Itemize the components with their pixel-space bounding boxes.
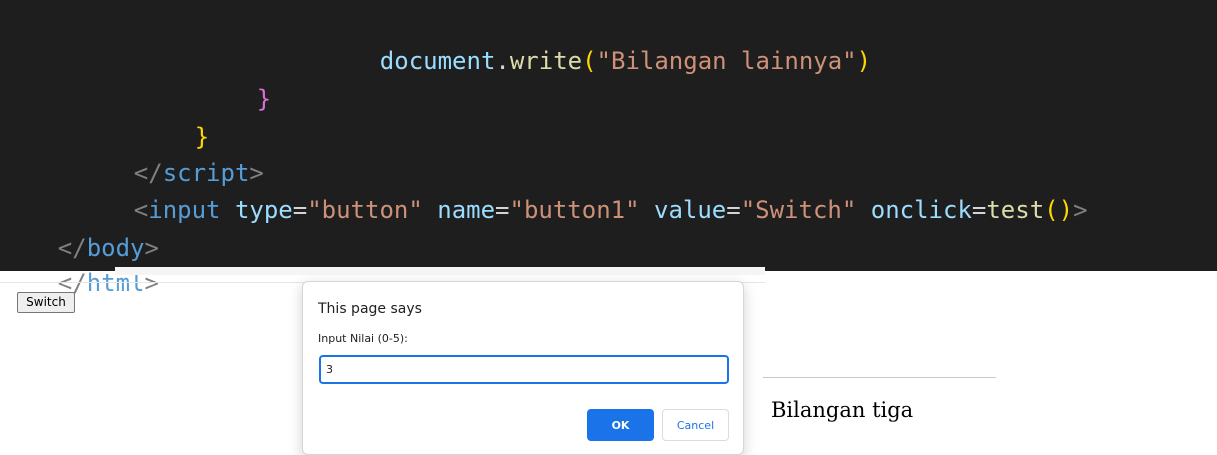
- browser-address-strip: [115, 267, 765, 275]
- result-text: Bilangan tiga: [771, 398, 914, 422]
- switch-button[interactable]: Switch: [17, 292, 75, 313]
- code-line-1: document.write("Bilangan lainnya"): [379, 47, 872, 75]
- dialog-input[interactable]: [319, 355, 729, 384]
- code-line-7: </html>: [57, 269, 159, 297]
- ok-button[interactable]: OK: [587, 409, 654, 441]
- code-line-4: </script>: [133, 159, 264, 187]
- dialog-title: This page says: [318, 301, 422, 317]
- cancel-button[interactable]: Cancel: [662, 409, 729, 441]
- code-line-2: }: [256, 85, 272, 113]
- result-divider: [763, 377, 996, 378]
- dialog-message: Input Nilai (0-5):: [318, 332, 408, 345]
- prompt-dialog: This page says Input Nilai (0-5): OK Can…: [302, 281, 744, 455]
- code-editor: document.write("Bilangan lainnya") } } <…: [0, 0, 1217, 297]
- code-line-3: }: [194, 123, 210, 151]
- code-line-5: <input type="button" name="button1" valu…: [133, 196, 1088, 224]
- code-line-6: </body>: [57, 234, 159, 262]
